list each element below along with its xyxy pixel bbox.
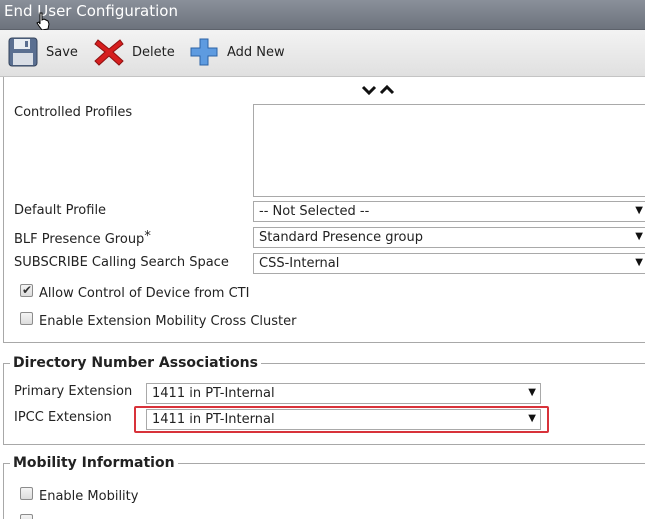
primary-extension-select[interactable]: 1411 in PT-Internal ▼	[146, 383, 541, 404]
enable-em-cross-cluster-label: Enable Extension Mobility Cross Cluster	[39, 314, 297, 329]
triangle-down-icon: ▼	[635, 231, 643, 242]
subscribe-css-select[interactable]: CSS-Internal ▼	[253, 253, 645, 274]
triangle-down-icon: ▼	[528, 387, 536, 398]
controlled-profiles-label: Controlled Profiles	[14, 105, 133, 120]
triangle-down-icon: ▼	[635, 205, 643, 216]
delete-label: Delete	[132, 44, 175, 60]
ipcc-extension-label: IPCC Extension	[14, 410, 112, 425]
blf-presence-group-value: Standard Presence group	[259, 230, 423, 245]
save-label: Save	[46, 44, 78, 60]
triangle-down-icon: ▼	[635, 257, 643, 268]
highlight-box	[134, 406, 549, 433]
red-x-icon	[94, 39, 124, 66]
blf-presence-group-label: BLF Presence Group*	[14, 229, 151, 247]
allow-cti-checkbox[interactable]: ✔	[20, 283, 33, 297]
check-icon: ✔	[22, 283, 33, 297]
default-profile-value: -- Not Selected --	[259, 204, 370, 219]
primary-extension-label: Primary Extension	[14, 384, 133, 399]
enable-mobility-label: Enable Mobility	[39, 489, 139, 504]
subscribe-css-label: SUBSCRIBE Calling Search Space	[14, 255, 229, 270]
chevron-down-up-icon[interactable]	[361, 82, 401, 96]
blf-presence-group-select[interactable]: Standard Presence group ▼	[253, 227, 645, 248]
add-new-button[interactable]: Add New	[189, 36, 285, 68]
default-profile-select[interactable]: -- Not Selected -- ▼	[253, 201, 645, 222]
blue-plus-icon	[190, 38, 218, 66]
enable-em-cross-cluster-checkbox[interactable]	[20, 312, 33, 325]
enable-mobility-checkbox[interactable]	[20, 487, 33, 500]
hand-pointer-icon	[36, 12, 50, 31]
next-checkbox-partial[interactable]	[20, 514, 33, 519]
toolbar: Save Delete Add New	[0, 30, 645, 77]
controlled-profiles-list[interactable]	[253, 104, 645, 197]
floppy-disk-icon	[8, 37, 38, 67]
title-bar: End User Configuration	[0, 0, 645, 30]
primary-extension-value: 1411 in PT-Internal	[152, 386, 275, 401]
subscribe-css-value: CSS-Internal	[259, 256, 340, 271]
mobility-legend: Mobility Information	[10, 455, 178, 471]
required-mark: *	[144, 229, 151, 244]
default-profile-label: Default Profile	[14, 203, 107, 218]
blf-presence-group-text: BLF Presence Group	[14, 232, 145, 247]
save-button[interactable]: Save	[8, 36, 78, 68]
directory-number-legend: Directory Number Associations	[10, 355, 261, 371]
add-new-label: Add New	[227, 44, 285, 60]
delete-button[interactable]: Delete	[94, 36, 175, 68]
allow-cti-label: Allow Control of Device from CTI	[39, 286, 250, 301]
page-title: End User Configuration	[4, 2, 178, 20]
